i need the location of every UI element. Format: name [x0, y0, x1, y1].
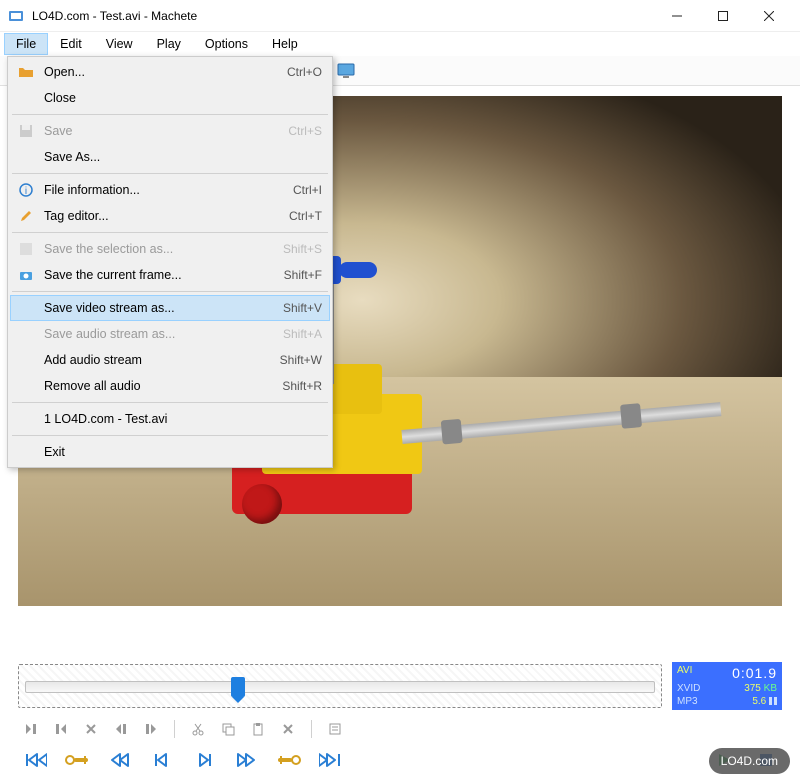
titlebar: LO4D.com - Test.avi - Machete [0, 0, 800, 32]
watermark: LO4D.com [709, 748, 790, 774]
trim-left-icon[interactable] [110, 718, 132, 740]
info-icon: i [14, 183, 38, 197]
pencil-icon [14, 209, 38, 223]
skip-start-button[interactable] [20, 748, 52, 772]
window-title: LO4D.com - Test.avi - Machete [32, 9, 654, 23]
menu-save: Save Ctrl+S [10, 118, 330, 144]
file-dropdown: Open... Ctrl+O Close Save Ctrl+S Save As… [7, 56, 333, 468]
save-selection-icon [14, 242, 38, 256]
menu-recent-file[interactable]: 1 LO4D.com - Test.avi [10, 406, 330, 432]
next-keyframe-button[interactable] [272, 748, 304, 772]
skip-end-button[interactable] [314, 748, 346, 772]
svg-text:i: i [25, 186, 27, 197]
menu-save-video-stream[interactable]: Save video stream as... Shift+V [10, 295, 330, 321]
menu-options[interactable]: Options [193, 33, 260, 55]
minimize-button[interactable] [654, 1, 700, 31]
menubar: File Edit View Play Options Help [0, 32, 800, 56]
prev-keyframe-button[interactable] [62, 748, 94, 772]
timeline-slider[interactable] [18, 664, 662, 708]
menu-file[interactable]: File [4, 33, 48, 55]
cut-icon[interactable] [187, 718, 209, 740]
menu-exit[interactable]: Exit [10, 439, 330, 465]
bottom-panel: AVI0:01.9 XVID375 KB MP35.6 [0, 654, 800, 784]
menu-tag-editor[interactable]: Tag editor... Ctrl+T [10, 203, 330, 229]
copy-icon[interactable] [217, 718, 239, 740]
frame-back-button[interactable] [146, 748, 178, 772]
clear-marks-icon[interactable] [80, 718, 102, 740]
menu-play[interactable]: Play [145, 33, 193, 55]
frame-forward-button[interactable] [188, 748, 220, 772]
separator [12, 435, 328, 436]
menu-open[interactable]: Open... Ctrl+O [10, 59, 330, 85]
menu-save-audio-stream: Save audio stream as... Shift+A [10, 321, 330, 347]
menu-view[interactable]: View [94, 33, 145, 55]
menu-add-audio-stream[interactable]: Add audio stream Shift+W [10, 347, 330, 373]
menu-save-selection: Save the selection as... Shift+S [10, 236, 330, 262]
maximize-button[interactable] [700, 1, 746, 31]
separator [12, 173, 328, 174]
playback-controls [18, 748, 782, 772]
window-controls [654, 1, 792, 31]
mark-in-icon[interactable] [20, 718, 42, 740]
menu-save-frame[interactable]: Save the current frame... Shift+F [10, 262, 330, 288]
camera-icon [14, 269, 38, 281]
media-info-box: AVI0:01.9 XVID375 KB MP35.6 [672, 662, 782, 710]
menu-close[interactable]: Close [10, 85, 330, 111]
edit-toolbar [18, 718, 782, 740]
timeline-thumb[interactable] [231, 677, 245, 697]
menu-remove-all-audio[interactable]: Remove all audio Shift+R [10, 373, 330, 399]
step-forward-button[interactable] [230, 748, 262, 772]
menu-edit[interactable]: Edit [48, 33, 94, 55]
menu-save-as[interactable]: Save As... [10, 144, 330, 170]
app-icon [8, 8, 24, 24]
properties-icon[interactable] [324, 718, 346, 740]
separator [12, 291, 328, 292]
paste-icon[interactable] [247, 718, 269, 740]
menu-help[interactable]: Help [260, 33, 310, 55]
folder-open-icon [14, 65, 38, 79]
menu-file-info[interactable]: i File information... Ctrl+I [10, 177, 330, 203]
display-icon[interactable] [334, 59, 358, 83]
delete-icon[interactable] [277, 718, 299, 740]
mark-out-icon[interactable] [50, 718, 72, 740]
separator [12, 402, 328, 403]
trim-right-icon[interactable] [140, 718, 162, 740]
save-icon [14, 124, 38, 138]
close-button[interactable] [746, 1, 792, 31]
separator [12, 114, 328, 115]
step-back-button[interactable] [104, 748, 136, 772]
separator [12, 232, 328, 233]
